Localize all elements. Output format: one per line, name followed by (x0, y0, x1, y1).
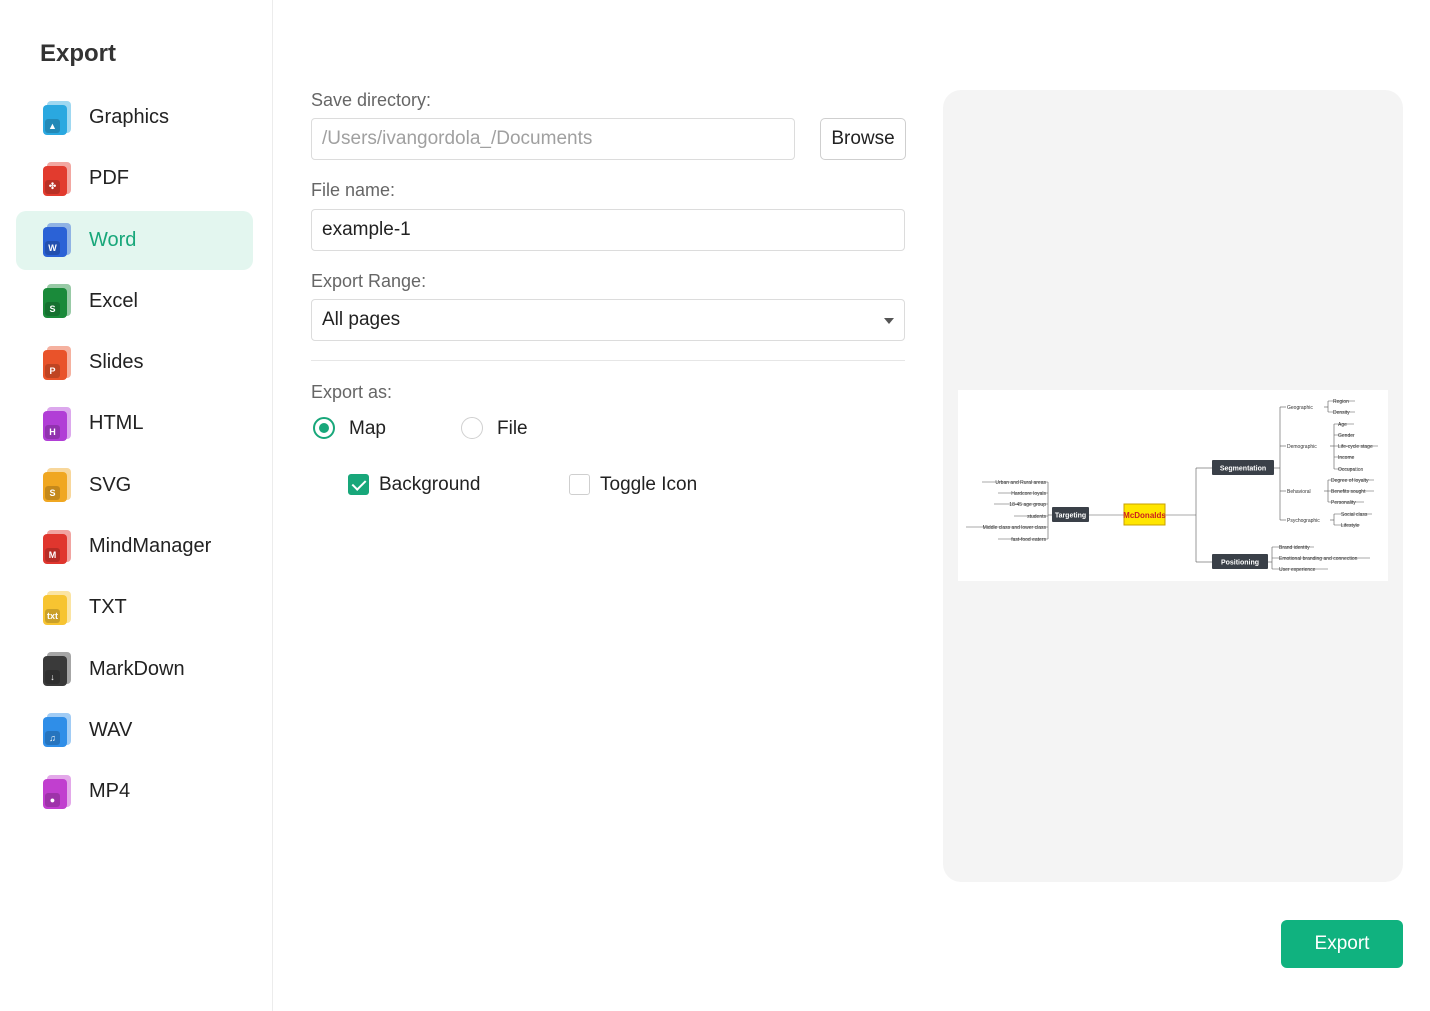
sidebar-item-txt[interactable]: txt TXT (16, 578, 253, 637)
sidebar-item-word[interactable]: W Word (16, 210, 253, 270)
sidebar-item-slides[interactable]: P Slides (16, 333, 253, 392)
save-directory-input[interactable]: /Users/ivangordola_/Documents (311, 118, 795, 160)
export-range-select[interactable]: All pages (311, 299, 905, 341)
segment-leaf: Density (1333, 410, 1350, 416)
target-leaf: 18-45 age group (1009, 502, 1046, 508)
sidebar-item-excel[interactable]: S Excel (16, 272, 253, 331)
export-dialog: Export ▲ Graphics ✤ PDF W Word S Excel P Slides H H… (0, 0, 1430, 1011)
svg-file-icon: S (43, 468, 71, 503)
sidebar-item-label: Graphics (89, 106, 170, 128)
browse-button[interactable]: Browse (820, 118, 906, 160)
word-file-icon: W (43, 223, 71, 258)
background-checkbox[interactable] (348, 474, 369, 495)
mindmanager-file-icon: M (43, 529, 71, 564)
pdf-file-icon: ✤ (43, 161, 71, 196)
target-leaf: students (1027, 514, 1046, 520)
segment-leaf: Lifestyle (1341, 523, 1360, 529)
segment-group: Geographic (1287, 405, 1313, 411)
sidebar-item-label: MarkDown (89, 657, 185, 680)
sidebar-item-svg[interactable]: S SVG (16, 456, 253, 515)
sidebar: Export ▲ Graphics ✤ PDF W Word S Excel P Slides H H… (0, 0, 273, 1011)
sidebar-item-label: TXT (89, 596, 127, 619)
export-range-label: Export Range: (311, 271, 427, 291)
segment-group: Psychographic (1287, 518, 1320, 524)
sidebar-item-label: Excel (89, 289, 138, 312)
markdown-file-icon: ↓ (43, 652, 71, 687)
background-checkbox-label[interactable]: Background (379, 474, 480, 496)
slides-file-icon: P (43, 345, 71, 380)
mind-map-svg: McDonalds Targeting Segmentation Positio… (966, 399, 1378, 573)
sidebar-item-label: MP4 (89, 780, 131, 803)
positioning-node-label: Positioning (1221, 560, 1259, 567)
position-leaf: Emotional branding and connection (1279, 556, 1358, 562)
file-name-label: File name: (311, 180, 396, 200)
dropdown-arrow-icon (884, 318, 894, 324)
export-button[interactable]: Export (1281, 920, 1403, 968)
html-file-icon: H (43, 406, 71, 441)
sidebar-item-label: WAV (89, 718, 133, 741)
segment-group: Behavioral (1287, 489, 1311, 495)
sidebar-item-graphics[interactable]: ▲ Graphics (16, 88, 253, 147)
segment-leaf: Social class (1341, 512, 1368, 518)
mind-map-preview: McDonalds Targeting Segmentation Positio… (958, 390, 1388, 581)
format-menu: ▲ Graphics ✤ PDF W Word S Excel P Slides H HTML S SVG… (16, 88, 253, 824)
excel-file-icon: S (43, 284, 71, 319)
map-radio-label[interactable]: Map (349, 418, 386, 440)
export-as-label: Export as: (311, 382, 393, 402)
export-range-value: All pages (322, 309, 401, 330)
position-leaf: Brand identity (1279, 545, 1310, 551)
file-radio-label[interactable]: File (497, 418, 528, 440)
sidebar-item-label: Slides (89, 351, 144, 374)
segment-leaf: Degree of loyalty (1331, 478, 1369, 484)
sidebar-item-mindmanager[interactable]: M MindManager (16, 517, 253, 576)
sidebar-item-markdown[interactable]: ↓ MarkDown (16, 640, 253, 699)
sidebar-item-label: SVG (89, 473, 132, 496)
sidebar-item-label: HTML (89, 412, 144, 435)
segment-leaf: Age (1338, 422, 1347, 428)
target-leaf: fast-food eaters (1011, 537, 1046, 543)
sidebar-item-label: Word (89, 228, 137, 251)
mp4-file-icon: ● (43, 774, 71, 809)
map-radio[interactable] (313, 417, 335, 439)
wav-file-icon: ♫ (43, 713, 71, 748)
preview-panel: McDonalds Targeting Segmentation Positio… (943, 90, 1403, 882)
segment-leaf: Life-cycle stage (1338, 444, 1373, 450)
sidebar-item-pdf[interactable]: ✤ PDF (16, 149, 253, 208)
segment-leaf: Personality (1331, 500, 1356, 506)
sidebar-item-wav[interactable]: ♫ WAV (16, 701, 253, 760)
segment-leaf: Income (1338, 455, 1355, 461)
toggle-icon-checkbox[interactable] (569, 474, 590, 495)
sidebar-title: Export (40, 40, 117, 67)
sidebar-item-label: MindManager (89, 535, 212, 558)
image-file-icon: ▲ (43, 100, 71, 135)
target-leaf: Urban and Rural areas (995, 480, 1046, 486)
save-directory-label: Save directory: (311, 90, 432, 110)
target-leaf: Hardcore loyals (1011, 491, 1046, 497)
center-node-label: McDonalds (1123, 511, 1166, 520)
sidebar-item-mp4[interactable]: ● MP4 (16, 762, 253, 821)
segment-leaf: Region (1333, 399, 1349, 405)
segment-leaf: Gender (1338, 433, 1355, 439)
segment-leaf: Occupation (1338, 467, 1364, 473)
toggle-icon-checkbox-label[interactable]: Toggle Icon (600, 474, 697, 496)
position-leaf: User experience (1279, 567, 1316, 573)
file-name-input[interactable]: example-1 (311, 209, 905, 251)
sidebar-item-html[interactable]: H HTML (16, 394, 253, 453)
segment-leaf: Benefits sought (1331, 489, 1366, 495)
divider (311, 360, 905, 361)
targeting-node-label: Targeting (1055, 513, 1086, 520)
txt-file-icon: txt (43, 590, 71, 625)
segmentation-node-label: Segmentation (1220, 466, 1266, 473)
sidebar-item-label: PDF (89, 167, 129, 190)
target-leaf: Middle class and lower class (983, 525, 1047, 531)
segment-group: Demographic (1287, 444, 1317, 450)
file-radio[interactable] (461, 417, 483, 439)
